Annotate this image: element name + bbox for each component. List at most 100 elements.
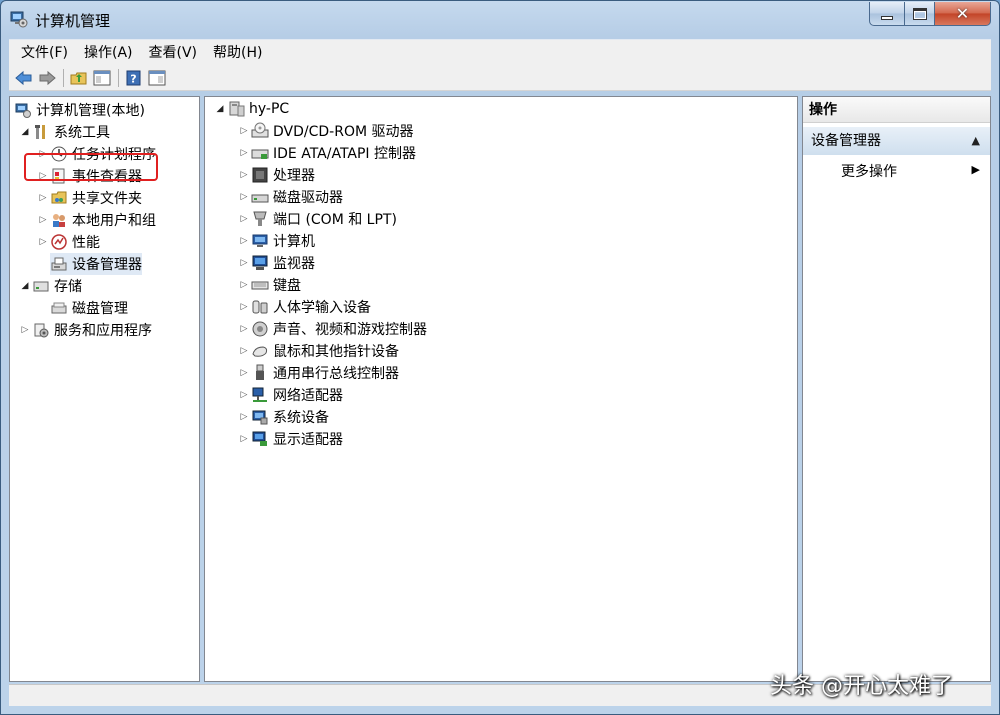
users-icon <box>50 211 68 229</box>
expand-arrow-icon[interactable]: ▷ <box>237 148 251 158</box>
device-category-ports[interactable]: ▷ 端口 (COM 和 LPT) <box>237 208 397 230</box>
device-category-dvd[interactable]: ▷ DVD/CD-ROM 驱动器 <box>237 120 414 142</box>
expand-arrow-icon[interactable]: ▷ <box>237 412 251 422</box>
menu-file[interactable]: 文件(F) <box>13 40 76 66</box>
expand-arrow-icon[interactable]: ▷ <box>237 324 251 334</box>
tree-item-services-applications[interactable]: ▷ 服务和应用程序 <box>18 319 152 341</box>
device-category-label: 鼠标和其他指针设备 <box>273 344 399 360</box>
expand-arrow-icon[interactable]: ▷ <box>237 346 251 356</box>
close-icon: ✕ <box>955 4 970 23</box>
device-category-processor[interactable]: ▷ 处理器 <box>237 164 315 186</box>
expand-arrow-icon[interactable]: ▷ <box>36 237 50 247</box>
tree-item-performance[interactable]: ▷ 性能 <box>36 231 100 253</box>
collapse-arrow-icon[interactable]: ◢ <box>18 281 32 291</box>
tree-item-system-tools[interactable]: ◢ 系统工具 <box>18 121 110 143</box>
console-tree-pane[interactable]: 计算机管理(本地) ◢ 系统工具 ▷ 任务计划程序 ▷ 事件查看器 ▷ 共享文件… <box>9 96 200 682</box>
more-actions-link[interactable]: 更多操作 <box>841 161 897 181</box>
expand-arrow-icon[interactable]: ▷ <box>237 280 251 290</box>
device-category-ide[interactable]: ▷ IDE ATA/ATAPI 控制器 <box>237 142 416 164</box>
expand-arrow-icon[interactable]: ▷ <box>237 434 251 444</box>
tree-item-label: 性能 <box>72 235 100 251</box>
forward-button[interactable] <box>36 68 58 88</box>
device-category-keyboards[interactable]: ▷ 键盘 <box>237 274 301 296</box>
expand-arrow-icon[interactable]: ▷ <box>36 193 50 203</box>
expand-arrow-icon[interactable]: ▷ <box>237 170 251 180</box>
disk-drive-icon <box>251 188 269 206</box>
device-tree-pane[interactable]: ◢ hy-PC ▷ DVD/CD-ROM 驱动器 ▷ IDE ATA/ATAPI… <box>204 96 798 682</box>
tree-item-computer-management[interactable]: 计算机管理(本地) <box>14 99 145 121</box>
device-category-mice[interactable]: ▷ 鼠标和其他指针设备 <box>237 340 399 362</box>
up-one-level-button[interactable] <box>68 68 90 88</box>
tree-item-label: 磁盘管理 <box>72 301 128 317</box>
actions-section-device-manager[interactable]: 设备管理器 ▲ <box>803 127 990 155</box>
tree-item-disk-management[interactable]: 磁盘管理 <box>50 297 128 319</box>
actions-section-label: 设备管理器 <box>811 133 881 149</box>
help-button[interactable]: ? <box>123 68 145 88</box>
device-category-label: 监视器 <box>273 256 315 272</box>
close-button[interactable]: ✕ <box>935 2 991 26</box>
show-hide-console-tree-button[interactable] <box>91 68 113 88</box>
device-category-label: 声音、视频和游戏控制器 <box>273 322 427 338</box>
actions-pane: 操作 设备管理器 ▲ 更多操作 ▶ <box>802 96 991 682</box>
processor-icon <box>251 166 269 184</box>
menu-view[interactable]: 查看(V) <box>141 40 206 66</box>
shared-folder-icon <box>50 189 68 207</box>
tree-item-storage[interactable]: ◢ 存储 <box>18 275 82 297</box>
tree-item-device-manager[interactable]: 设备管理器 <box>50 253 142 275</box>
dvd-drive-icon <box>251 122 269 140</box>
expand-arrow-icon[interactable]: ▷ <box>237 214 251 224</box>
toolbar-separator <box>118 68 119 87</box>
device-tree-root[interactable]: ◢ hy-PC <box>213 98 290 120</box>
tree-item-local-users-groups[interactable]: ▷ 本地用户和组 <box>36 209 156 231</box>
port-connector-icon <box>251 210 269 228</box>
expand-arrow-icon[interactable]: ▷ <box>18 325 32 335</box>
back-arrow-icon <box>15 70 32 85</box>
device-category-network[interactable]: ▷ 网络适配器 <box>237 384 343 406</box>
device-category-system[interactable]: ▷ 系统设备 <box>237 406 329 428</box>
show-hide-tree-icon <box>93 70 111 85</box>
tree-item-label: 设备管理器 <box>72 257 142 273</box>
expand-arrow-icon[interactable]: ▷ <box>36 215 50 225</box>
svg-text:?: ? <box>130 72 136 85</box>
caption-buttons: ✕ <box>869 2 991 26</box>
collapse-arrow-icon[interactable]: ◢ <box>18 127 32 137</box>
back-button[interactable] <box>13 68 35 88</box>
expand-arrow-icon[interactable]: ▷ <box>237 192 251 202</box>
expand-arrow-icon[interactable]: ▷ <box>237 390 251 400</box>
expand-arrow-icon[interactable]: ▷ <box>237 258 251 268</box>
properties-button[interactable] <box>146 68 168 88</box>
actions-header: 操作 <box>803 97 990 123</box>
collapse-triangle-icon[interactable]: ▲ <box>972 127 980 155</box>
device-category-monitors[interactable]: ▷ 监视器 <box>237 252 315 274</box>
device-manager-highlight-box <box>24 153 158 181</box>
device-category-label: IDE ATA/ATAPI 控制器 <box>273 146 417 162</box>
maximize-button[interactable] <box>905 2 935 26</box>
device-category-hid[interactable]: ▷ 人体学输入设备 <box>237 296 371 318</box>
device-category-computer[interactable]: ▷ 计算机 <box>237 230 315 252</box>
expand-arrow-icon[interactable]: ▷ <box>237 236 251 246</box>
tree-item-label: 计算机管理(本地) <box>36 103 145 119</box>
device-category-disk-drives[interactable]: ▷ 磁盘驱动器 <box>237 186 343 208</box>
collapse-arrow-icon[interactable]: ◢ <box>213 104 227 114</box>
device-category-label: 网络适配器 <box>273 388 343 404</box>
maximize-icon <box>912 7 927 20</box>
toolbar: ? <box>9 65 991 91</box>
computer-icon <box>227 100 245 118</box>
computer-name-label: hy-PC <box>249 101 290 117</box>
menu-action[interactable]: 操作(A) <box>76 40 141 66</box>
menu-help[interactable]: 帮助(H) <box>205 40 270 66</box>
device-category-usb[interactable]: ▷ 通用串行总线控制器 <box>237 362 399 384</box>
minimize-button[interactable] <box>869 2 905 26</box>
window-title: 计算机管理 <box>35 12 111 30</box>
expand-arrow-icon[interactable]: ▷ <box>237 302 251 312</box>
forward-arrow-icon <box>39 70 56 85</box>
device-category-sound[interactable]: ▷ 声音、视频和游戏控制器 <box>237 318 427 340</box>
tree-item-shared-folders[interactable]: ▷ 共享文件夹 <box>36 187 142 209</box>
expand-arrow-icon[interactable]: ▷ <box>237 126 251 136</box>
up-folder-icon <box>70 72 87 84</box>
minimize-icon <box>881 15 893 20</box>
usb-icon <box>251 364 269 382</box>
device-category-display[interactable]: ▷ 显示适配器 <box>237 428 343 450</box>
title-bar[interactable]: 计算机管理 ✕ <box>1 1 999 37</box>
expand-arrow-icon[interactable]: ▷ <box>237 368 251 378</box>
